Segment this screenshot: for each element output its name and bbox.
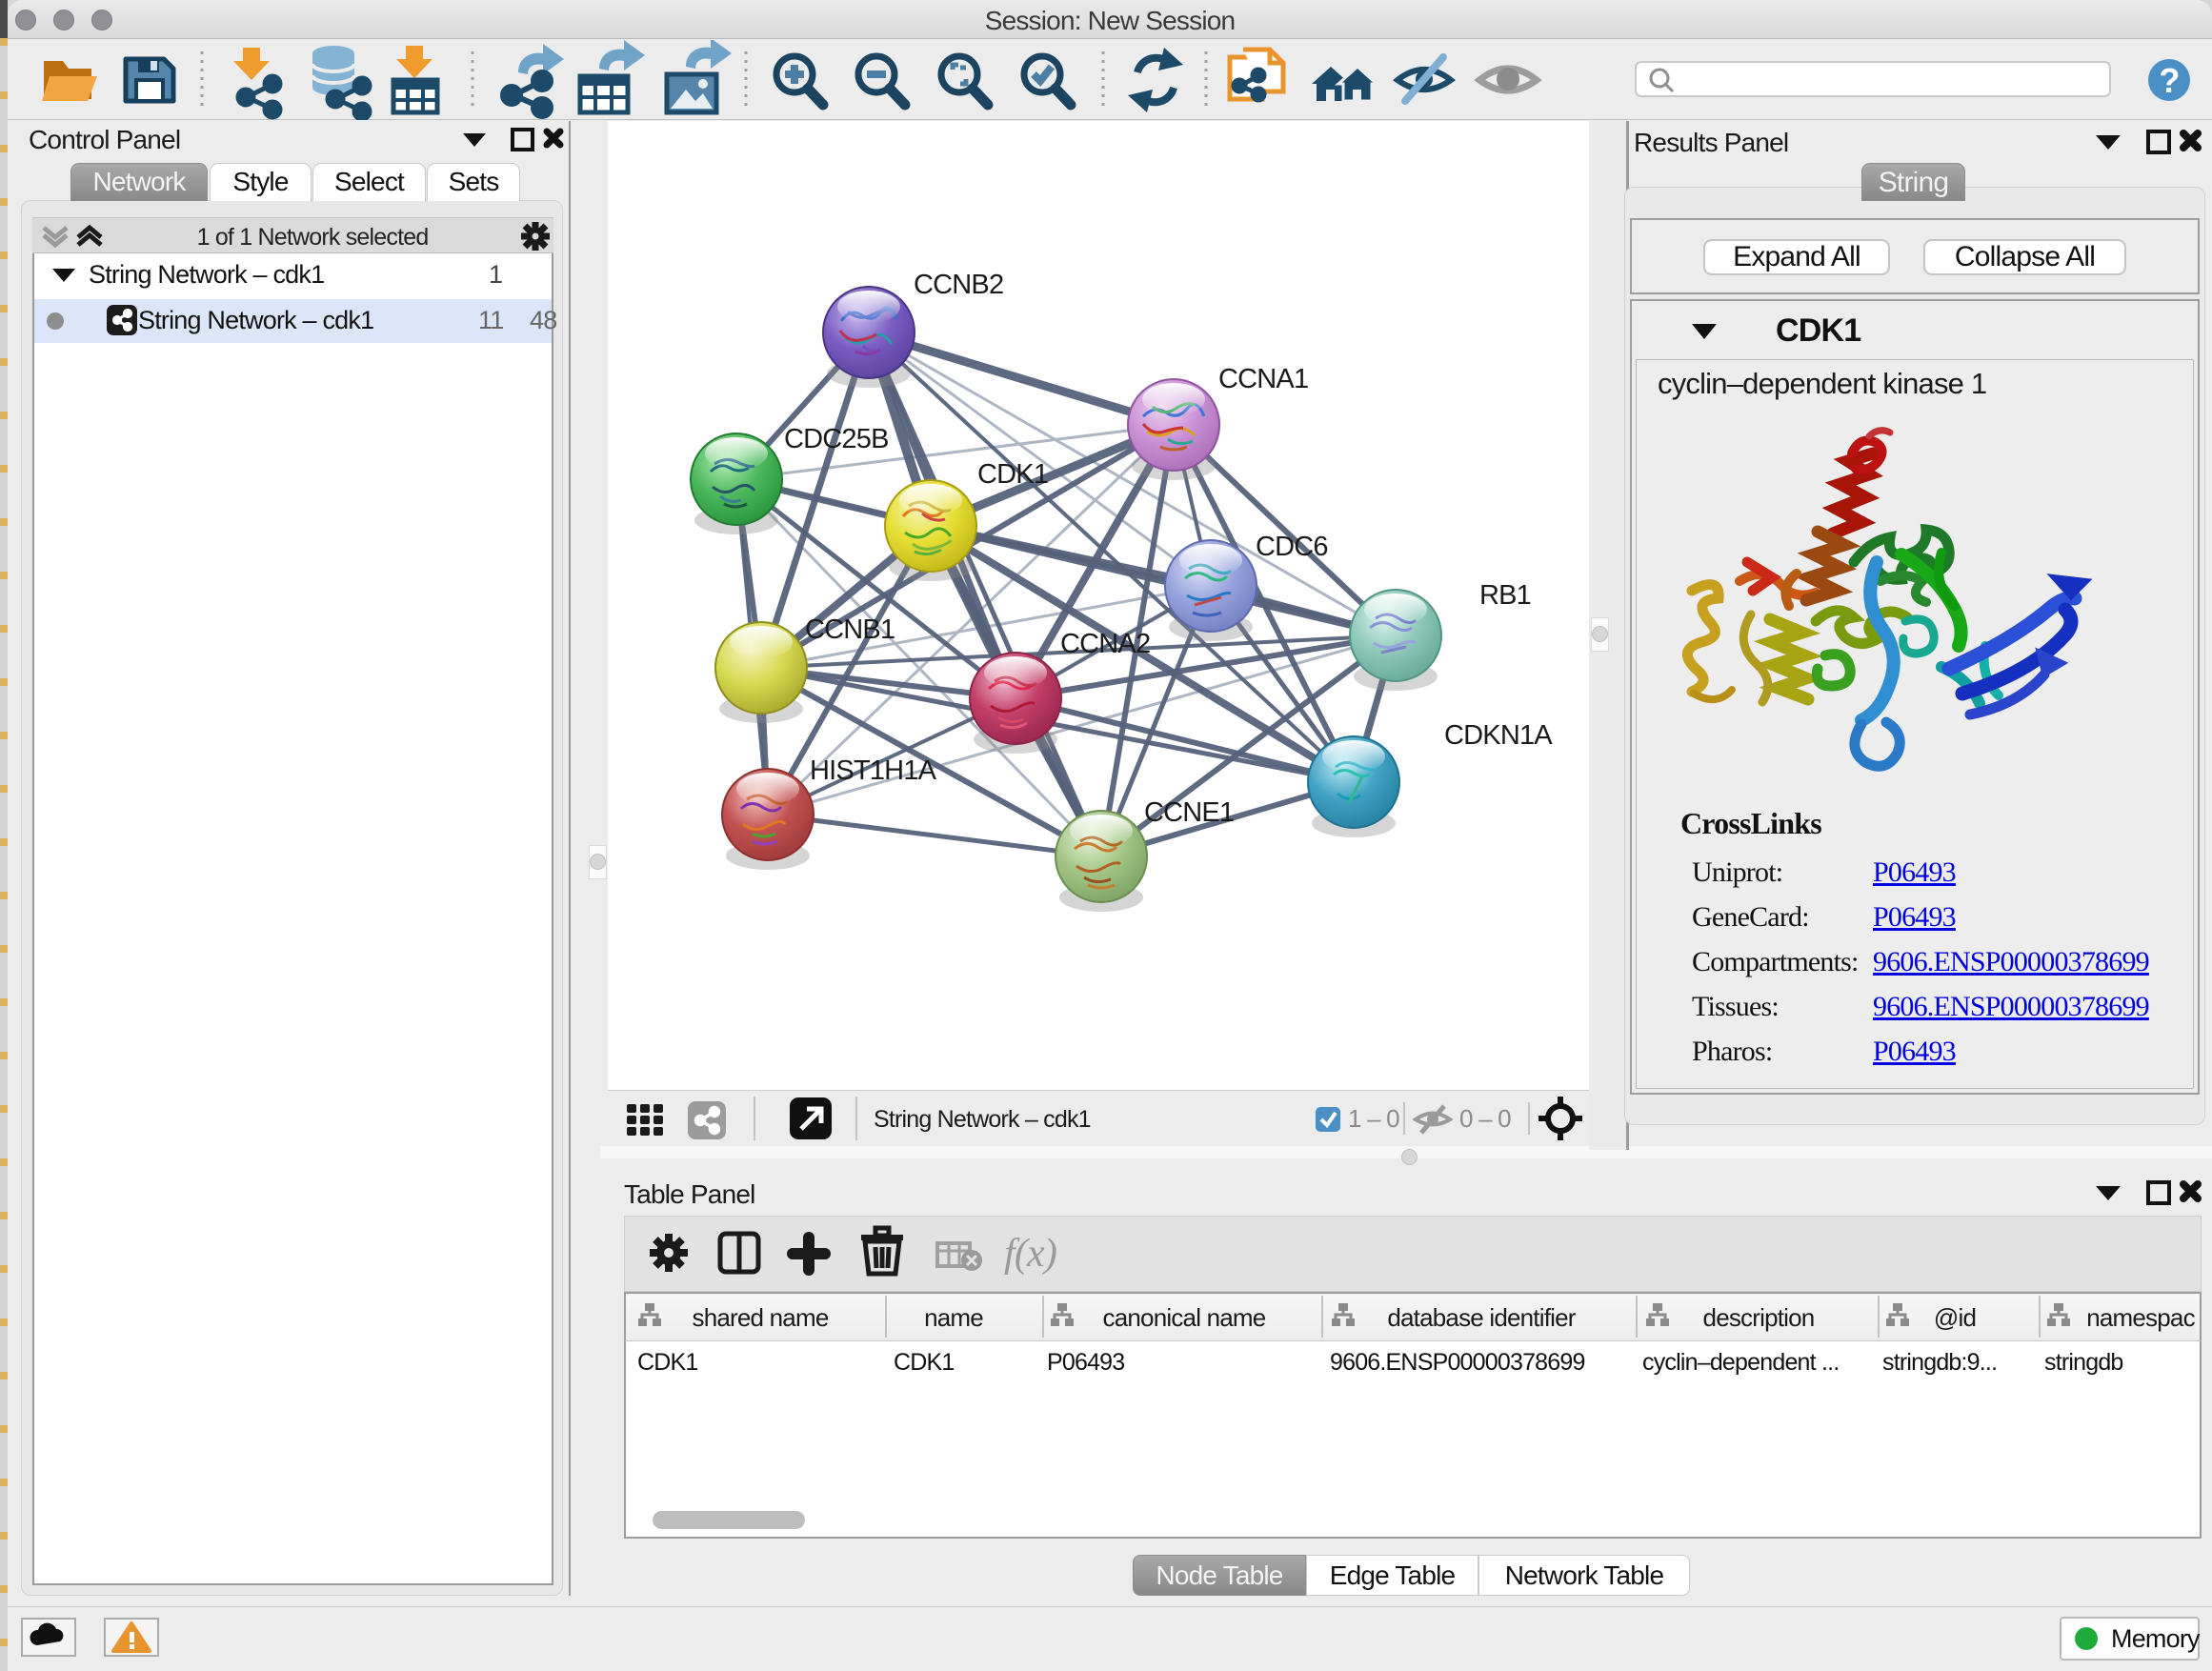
svg-text:CCNE1: CCNE1 [1144,797,1234,828]
svg-text:CDK1: CDK1 [977,459,1048,490]
svg-text:shared name: shared name [693,1303,829,1332]
svg-text:database identifier: database identifier [1387,1303,1576,1332]
svg-text:1 of 1 Network selected: 1 of 1 Network selected [197,224,429,251]
svg-text:canonical name: canonical name [1103,1303,1266,1332]
svg-text:1 – 0: 1 – 0 [1348,1104,1399,1133]
svg-text:CCNB2: CCNB2 [914,270,1003,300]
svg-text:String Network – cdk1: String Network – cdk1 [874,1106,1091,1133]
svg-text:CCNB1: CCNB1 [805,614,895,645]
svg-text:CDC25B: CDC25B [784,424,889,454]
svg-text:@id: @id [1934,1303,1976,1332]
svg-text:CCNA2: CCNA2 [1060,629,1150,659]
svg-text:?: ? [2159,61,2179,100]
svg-text:CDC6: CDC6 [1256,532,1328,562]
svg-text:RB1: RB1 [1479,580,1531,611]
svg-text:HIST1H1A: HIST1H1A [810,755,937,786]
svg-text:CDKN1A: CDKN1A [1444,720,1553,751]
svg-text:name: name [924,1303,983,1332]
svg-text:0 – 0: 0 – 0 [1459,1104,1511,1133]
svg-text:description: description [1703,1303,1815,1332]
svg-text:f(x): f(x) [1004,1232,1056,1276]
svg-text:namespac: namespac [2086,1303,2195,1332]
svg-text:CCNA1: CCNA1 [1218,364,1308,394]
